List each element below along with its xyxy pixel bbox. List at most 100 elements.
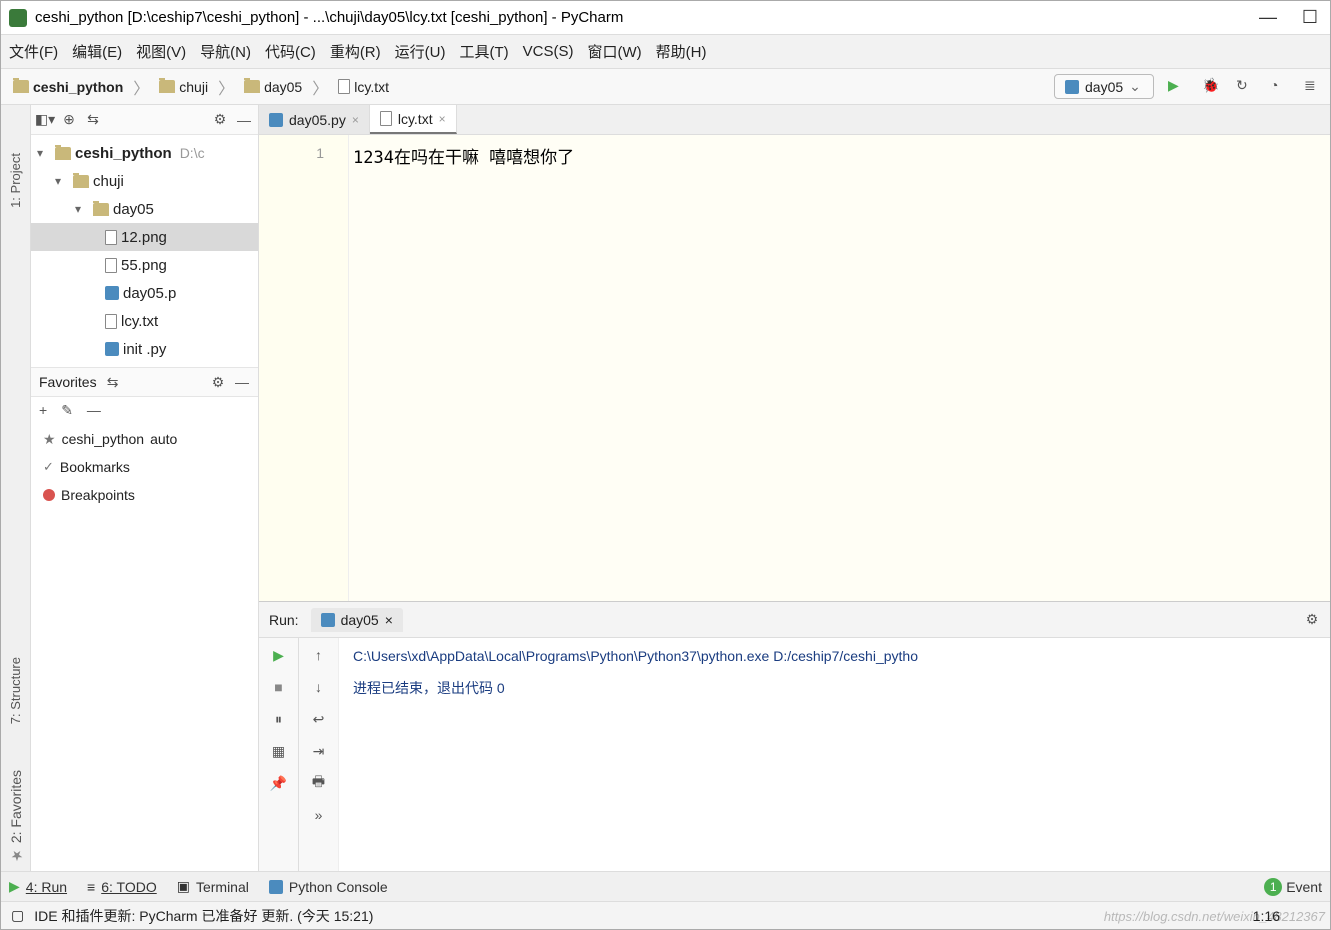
soft-wrap-icon[interactable]: ↩ bbox=[308, 708, 330, 730]
gear-icon[interactable]: ⚙ bbox=[210, 374, 226, 390]
down-icon[interactable]: ↓ bbox=[308, 676, 330, 698]
close-icon[interactable]: × bbox=[385, 612, 393, 628]
profile-button[interactable]: ◔ bbox=[1270, 77, 1290, 97]
run-coverage-button[interactable]: ↻ bbox=[1236, 77, 1256, 97]
menu-run[interactable]: 运行(U) bbox=[395, 41, 446, 62]
maximize-button[interactable]: ☐ bbox=[1298, 6, 1322, 30]
breadcrumb: ceshi_python 〉 chuji 〉 day05 〉 lcy.txt bbox=[7, 75, 1054, 99]
gear-icon[interactable]: ⚙ bbox=[1304, 612, 1320, 628]
pause-button[interactable]: ⏸ bbox=[268, 708, 290, 730]
menu-code[interactable]: 代码(C) bbox=[265, 41, 316, 62]
menu-file[interactable]: 文件(F) bbox=[9, 41, 58, 62]
python-icon bbox=[105, 342, 119, 356]
btab-todo[interactable]: ≡6: TODO bbox=[87, 879, 157, 895]
python-icon bbox=[105, 286, 119, 300]
folder-icon bbox=[93, 203, 109, 216]
folder-icon bbox=[159, 80, 175, 93]
tree-file-initpy[interactable]: init .py bbox=[31, 335, 258, 363]
collapse-icon[interactable]: ⇆ bbox=[105, 374, 121, 390]
tree-file-day05py[interactable]: day05.p bbox=[31, 279, 258, 307]
tree-file-12png[interactable]: 12.png bbox=[31, 223, 258, 251]
editor-content[interactable]: 1234在吗在干嘛 嘻嘻想你了 bbox=[349, 135, 1330, 601]
up-icon[interactable]: ↑ bbox=[308, 644, 330, 666]
tree-file-55png[interactable]: 55.png bbox=[31, 251, 258, 279]
btab-run[interactable]: ▶4: Run bbox=[9, 878, 67, 895]
tree-root[interactable]: ▾ceshi_pythonD:\c bbox=[31, 139, 258, 167]
gutter: 1 bbox=[259, 135, 349, 601]
tree-day05[interactable]: ▾day05 bbox=[31, 195, 258, 223]
python-icon bbox=[269, 880, 283, 894]
run-tab-day05[interactable]: day05× bbox=[311, 608, 403, 632]
menu-refactor[interactable]: 重构(R) bbox=[330, 41, 381, 62]
menu-window[interactable]: 窗口(W) bbox=[587, 41, 641, 62]
pin-button[interactable]: 📌 bbox=[268, 772, 290, 794]
menu-tools[interactable]: 工具(T) bbox=[459, 41, 508, 62]
status-icon[interactable]: ▢ bbox=[11, 907, 24, 924]
menu-vcs[interactable]: VCS(S) bbox=[523, 43, 574, 60]
print-icon[interactable]: 🖶 bbox=[308, 772, 330, 794]
expand-icon[interactable]: » bbox=[308, 804, 330, 826]
edit-favorite-icon[interactable]: ✎ bbox=[61, 402, 73, 419]
add-favorite-icon[interactable]: + bbox=[39, 402, 47, 418]
hide-icon[interactable]: — bbox=[234, 374, 250, 390]
select-opened-icon[interactable]: ◧▾ bbox=[37, 112, 53, 128]
run-config-selector[interactable]: day05 ⌄ bbox=[1054, 74, 1154, 99]
bottom-tool-tabs: ▶4: Run ≡6: TODO ▣Terminal Python Consol… bbox=[1, 871, 1330, 901]
layout-button[interactable]: ▦ bbox=[268, 740, 290, 762]
editor-tabs: day05.py× lcy.txt× bbox=[259, 105, 1330, 135]
bookmark-icon: ✓ bbox=[43, 459, 54, 475]
stop-button[interactable]: ≣ bbox=[1304, 77, 1324, 97]
hide-icon[interactable]: — bbox=[236, 112, 252, 128]
remove-favorite-icon[interactable]: — bbox=[87, 402, 101, 418]
breakpoint-icon bbox=[43, 489, 55, 501]
project-panel: ◧▾ ⊕ ⇆ ⚙ — ▾ceshi_pythonD:\c ▾chuji ▾day… bbox=[31, 105, 259, 871]
scroll-from-source-icon[interactable]: ⊕ bbox=[61, 112, 77, 128]
run-button[interactable]: ▶ bbox=[1168, 77, 1188, 97]
btab-python-console[interactable]: Python Console bbox=[269, 879, 388, 895]
favorites-title: Favorites bbox=[39, 374, 97, 390]
window-title: ceshi_python [D:\ceship7\ceshi_python] -… bbox=[35, 9, 1256, 26]
breadcrumb-root[interactable]: ceshi_python bbox=[7, 77, 129, 97]
favorites-list: ★ceshi_pythonauto ✓Bookmarks Breakpoints bbox=[31, 423, 258, 511]
favorite-project[interactable]: ★ceshi_pythonauto bbox=[31, 425, 258, 453]
run-label: Run: bbox=[269, 612, 299, 628]
favorite-breakpoints[interactable]: Breakpoints bbox=[31, 481, 258, 509]
console-output[interactable]: C:\Users\xd\AppData\Local\Programs\Pytho… bbox=[339, 638, 1330, 871]
text-file-icon bbox=[105, 314, 117, 329]
tree-chuji[interactable]: ▾chuji bbox=[31, 167, 258, 195]
gear-icon[interactable]: ⚙ bbox=[212, 112, 228, 128]
breadcrumb-day05[interactable]: day05 bbox=[238, 77, 308, 97]
btab-terminal[interactable]: ▣Terminal bbox=[177, 878, 249, 895]
editor[interactable]: 1 1234在吗在干嘛 嘻嘻想你了 bbox=[259, 135, 1330, 601]
menu-navigate[interactable]: 导航(N) bbox=[200, 41, 251, 62]
breadcrumb-chuji[interactable]: chuji bbox=[153, 77, 214, 97]
stop-button[interactable]: ■ bbox=[268, 676, 290, 698]
menu-help[interactable]: 帮助(H) bbox=[656, 41, 707, 62]
tree-file-lcytxt[interactable]: lcy.txt bbox=[31, 307, 258, 335]
app-icon bbox=[9, 9, 27, 27]
menu-edit[interactable]: 编辑(E) bbox=[72, 41, 122, 62]
rerun-button[interactable]: ▶ bbox=[268, 644, 290, 666]
rail-project[interactable]: 1: Project bbox=[8, 145, 23, 216]
breadcrumb-file[interactable]: lcy.txt bbox=[332, 77, 395, 97]
project-tree: ▾ceshi_pythonD:\c ▾chuji ▾day05 12.png 5… bbox=[31, 135, 258, 367]
titlebar: ceshi_python [D:\ceship7\ceshi_python] -… bbox=[1, 1, 1330, 35]
run-config-name: day05 bbox=[1085, 79, 1123, 95]
rail-structure[interactable]: 7: Structure bbox=[8, 649, 23, 732]
run-panel: Run: day05× ⚙ ▶ ■ ⏸ ▦ 📌 ↑ ↓ bbox=[259, 601, 1330, 871]
image-icon bbox=[105, 258, 117, 273]
collapse-all-icon[interactable]: ⇆ bbox=[85, 112, 101, 128]
close-icon[interactable]: × bbox=[439, 112, 446, 126]
favorite-bookmarks[interactable]: ✓Bookmarks bbox=[31, 453, 258, 481]
menu-view[interactable]: 视图(V) bbox=[136, 41, 186, 62]
rail-favorites[interactable]: ★ 2: Favorites bbox=[8, 762, 24, 871]
tab-day05py[interactable]: day05.py× bbox=[259, 105, 370, 134]
folder-icon bbox=[13, 80, 29, 93]
minimize-button[interactable]: — bbox=[1256, 6, 1280, 30]
close-icon[interactable]: × bbox=[352, 113, 359, 127]
tab-lcytxt[interactable]: lcy.txt× bbox=[370, 105, 457, 134]
btab-event-log[interactable]: Event bbox=[1286, 879, 1322, 895]
scroll-end-icon[interactable]: ⇥ bbox=[308, 740, 330, 762]
debug-button[interactable]: 🐞 bbox=[1202, 77, 1222, 97]
python-icon bbox=[269, 113, 283, 127]
